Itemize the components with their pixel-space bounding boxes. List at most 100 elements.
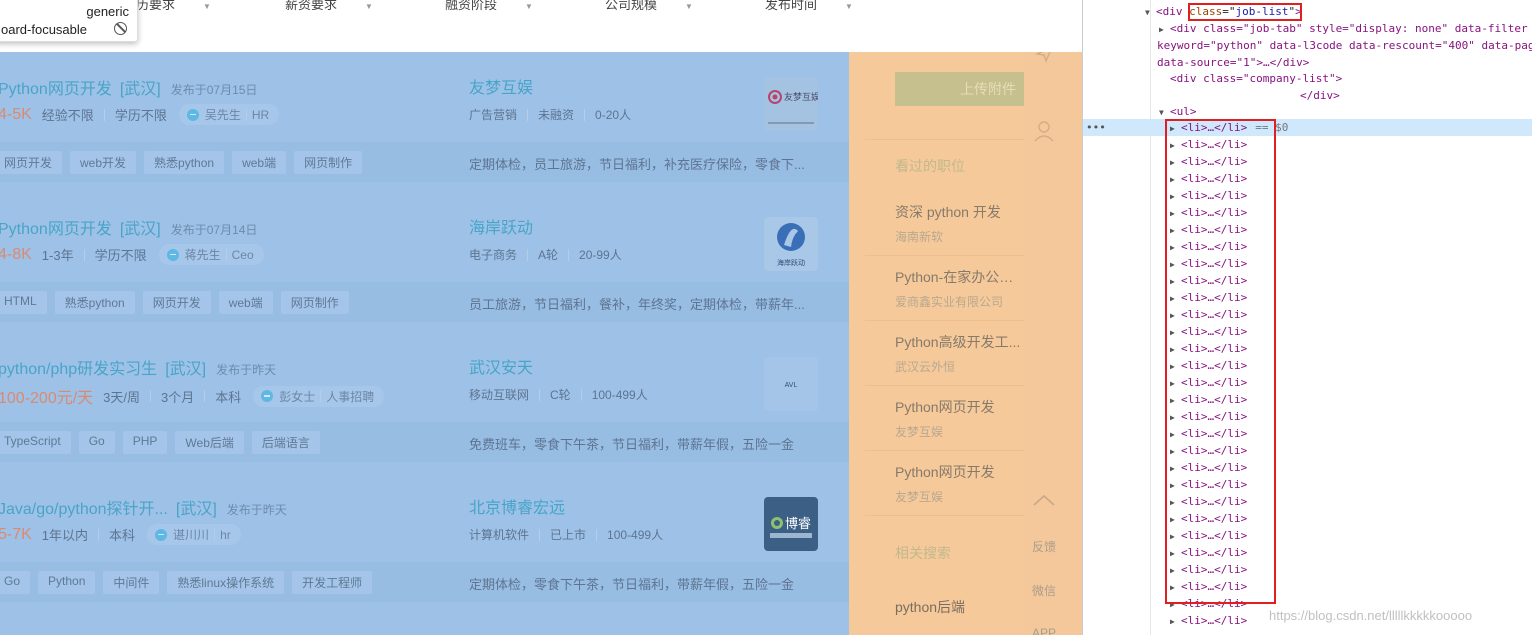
job-title-row[interactable]: Python网页开发 [武汉] 发布于07月15日 [0,75,257,99]
recruiter-chip[interactable]: 蒋先生 Ceo [158,244,264,265]
company-stage: C轮 [550,388,571,402]
job-title[interactable]: Python网页开发 [0,221,112,238]
recruiter-chip[interactable]: 彭女士 人事招聘 [253,385,385,407]
divider [539,388,541,401]
recruiter-chip[interactable]: 吴先生 HR [178,104,280,125]
divider [584,108,586,121]
job-limits: 5-7K 1年以内 本科 谌川川 hr [0,524,241,545]
job-tag[interactable]: 熟悉linux操作系统 [167,571,285,594]
viewed-job-title: Python-在家办公即可 [895,269,1025,285]
job-tag[interactable]: TypeScript [0,431,71,454]
job-tag[interactable]: Web后端 [175,431,244,454]
job-tag[interactable]: web开发 [70,151,137,174]
job-tag[interactable]: web端 [232,151,287,174]
back-to-top-icon[interactable] [1024,492,1064,511]
company-meta: 计算机软件 已上市 100-499人 [469,526,663,543]
job-title[interactable]: python/php研发实习生 [0,361,157,378]
dom-node-company-list-close: </div> [1300,87,1340,104]
divider [865,255,1040,256]
filter-company-size[interactable]: 公司规模 ▼ [605,0,693,13]
borui-logo-icon: 博睿 [770,517,812,538]
haian-logo-icon: 海岸跃动 [777,223,805,267]
job-tag[interactable]: Go [0,571,31,594]
job-card[interactable]: Python网页开发 [武汉] 发布于07月14日 4-8K 1-3年 学历不限 蒋… [0,192,849,332]
job-card[interactable]: python/php研发实习生 [武汉] 发布于昨天 100-200元/天 3天/周… [0,332,849,472]
related-search-item[interactable]: python后端 [895,597,965,617]
job-limits: 100-200元/天 3天/周 3个月 本科 彭女士 人事招聘 [0,384,385,408]
viewed-job-item[interactable]: Python高级开发工... 武汉云外恒 [895,332,1025,375]
dom-node-job-tab[interactable]: ▶ <div class="job-tab" style="display: no… [1159,20,1532,37]
node-text: <ul> [1170,105,1197,118]
viewed-job-item[interactable]: Python网页开发 友梦互娱 [895,397,1025,440]
job-title-row[interactable]: Java/go/python探针开... [武汉] 发布于昨天 [0,495,287,519]
job-secondary: Go Python 中间件 熟悉linux操作系统 开发工程师 定期体检，零食下… [0,562,849,602]
company-name[interactable]: 友梦互娱 [469,74,533,98]
company-name[interactable]: 武汉安天 [469,354,533,378]
dom-node-li[interactable]: ▶ <li>…</li> [1170,612,1247,629]
company-name[interactable]: 北京博睿宏远 [469,494,565,518]
job-tag[interactable]: 网页制作 [280,291,349,314]
dom-node-ul[interactable]: ▼ <ul> [1159,103,1197,120]
expand-triangle-icon[interactable]: ▼ [1145,4,1156,21]
job-tag[interactable]: 熟悉python [54,291,135,314]
company-meta: 广告营销 未融资 0-20人 [469,106,631,123]
logo-text: AVL [785,382,798,389]
job-tag[interactable]: Go [78,431,115,454]
job-tag[interactable]: 开发工程师 [292,571,373,594]
viewed-job-title: Python高级开发工... [895,334,1021,350]
recruiter-role: HR [251,107,270,122]
job-tag[interactable]: 网页开发 [0,151,63,174]
send-icon[interactable] [1024,52,1064,67]
job-secondary: 网页开发 web开发 熟悉python web端 网页制作 定期体检，员工旅游，… [0,142,849,182]
company-logo[interactable]: 海岸跃动 [764,217,818,271]
viewed-job-item[interactable]: Python网页开发 友梦互娱 [895,462,1025,505]
recruiter-chip[interactable]: 谌川川 hr [147,524,241,545]
company-industry: 电子商务 [469,248,518,262]
job-tag[interactable]: 后端语言 [251,431,320,454]
company-name[interactable]: 海岸跃动 [469,214,533,238]
recruiter-role: 人事招聘 [326,389,375,404]
job-card[interactable]: Python网页开发 [武汉] 发布于07月15日 4-5K 经验不限 学历不限 吴… [0,52,849,192]
job-primary: Java/go/python探针开... [武汉] 发布于昨天 5-7K 1年以内 … [0,472,849,562]
upload-attachment-button[interactable]: 上传附件 [895,72,1045,106]
job-tag[interactable]: PHP [122,431,168,454]
logo-text: 博睿 [785,517,811,532]
divider [568,248,570,261]
chat-icon [186,108,199,121]
collapse-triangle-icon[interactable]: ▶ [1159,21,1170,38]
divider [103,108,105,121]
job-tag[interactable]: Python [38,571,96,594]
filter-salary[interactable]: 薪资要求 ▼ [285,0,373,13]
job-limits: 4-8K 1-3年 学历不限 蒋先生 Ceo [0,244,264,265]
job-tag[interactable]: 网页开发 [142,291,211,314]
job-card[interactable]: Java/go/python探针开... [武汉] 发布于昨天 5-7K 1年以内 … [0,472,849,612]
filter-financing[interactable]: 融资阶段 ▼ [445,0,533,13]
job-salary: 4-5K [0,105,32,123]
viewed-job-item[interactable]: Python-在家办公即可 爱商鑫实业有限公司 [895,267,1025,310]
divider [83,248,85,261]
job-tag[interactable]: 中间件 [103,571,160,594]
collapse-triangle-icon[interactable]: ▶ [1170,613,1181,630]
job-tag[interactable]: web端 [218,291,273,314]
job-tag[interactable]: 熟悉python [144,151,225,174]
filter-education[interactable]: 历要求 ▼ [136,0,211,13]
company-logo[interactable]: AVL [764,357,818,411]
wechat-button[interactable]: 微信 [1024,582,1064,599]
dom-node-company-list[interactable]: <div class="company-list"> [1170,70,1342,87]
filter-publish-time[interactable]: 发布时间 ▼ [765,0,853,13]
divider [320,390,322,402]
job-title-row[interactable]: python/php研发实习生 [武汉] 发布于昨天 [0,355,276,379]
app-button[interactable]: APP [1024,626,1064,635]
job-title[interactable]: Python网页开发 [0,81,112,98]
job-tag[interactable]: HTML [0,291,47,314]
job-meta: 1年以内 [41,528,89,543]
company-logo[interactable]: 友梦互娱 [764,77,818,131]
job-title-row[interactable]: Python网页开发 [武汉] 发布于07月14日 [0,215,257,239]
company-logo[interactable]: 博睿 [764,497,818,551]
job-tag[interactable]: 网页制作 [294,151,363,174]
job-title[interactable]: Java/go/python探针开... [0,501,168,518]
more-actions-icon[interactable]: ••• [1086,119,1106,136]
user-icon[interactable] [1024,120,1064,145]
feedback-button[interactable]: 反馈 [1024,538,1064,555]
viewed-job-item[interactable]: 资深 python 开发 海南新软 [895,202,1025,245]
